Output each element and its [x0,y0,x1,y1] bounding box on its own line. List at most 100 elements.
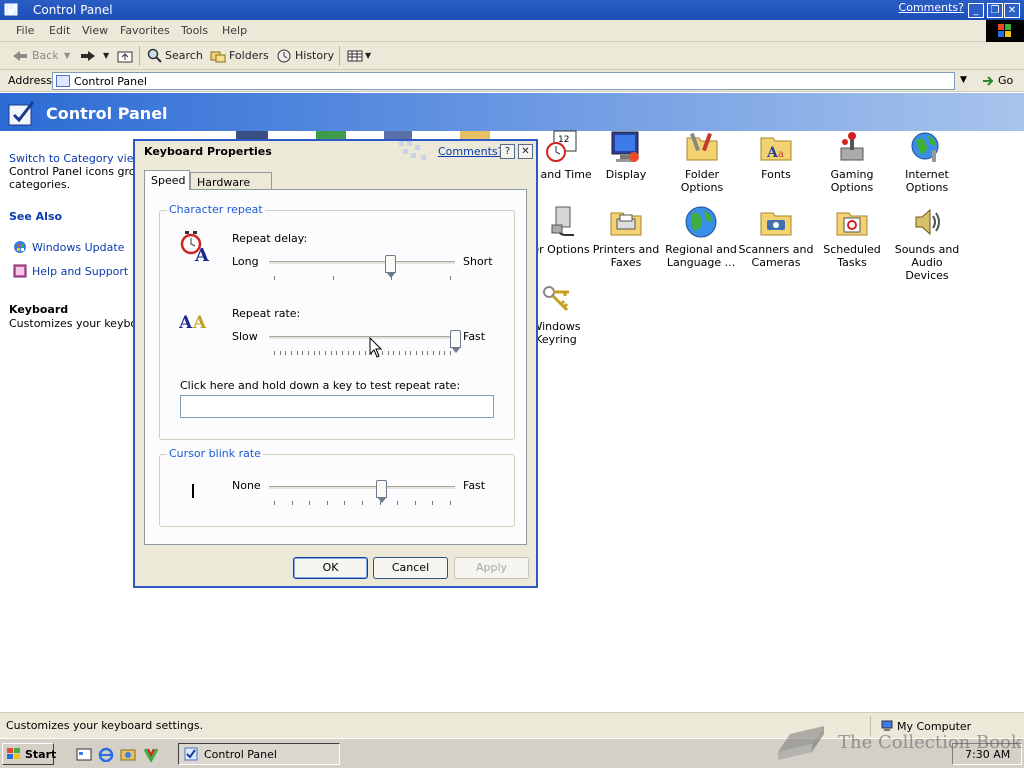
windows-logo-icon [7,748,20,759]
slider-tick [359,351,361,355]
dialog-comments-link[interactable]: Comments? [438,145,503,158]
item-gaming-options[interactable]: Gaming Options [814,130,890,194]
repeat-delay-max-label: Short [463,255,493,268]
address-value: Control Panel [74,75,147,88]
close-button[interactable]: ✕ [1004,3,1020,18]
address-dropdown-icon[interactable]: ▼ [954,72,972,90]
item-label: Scanners and Cameras [738,243,814,269]
hidden-item-icon [236,131,268,139]
slider-tick [344,501,346,505]
slider-tick [391,276,393,280]
toolbar-separator [339,46,340,66]
repeat-delay-icon: A [180,231,210,262]
slider-tick [421,351,423,355]
control-panel-icon [4,3,18,16]
go-arrow-icon [983,76,994,86]
slider-tick [274,501,275,505]
scanner-icon [760,212,792,236]
item-regional-and-language[interactable]: Regional and Language ... [663,205,739,269]
menu-file[interactable]: File [16,24,34,37]
slider-tick [319,351,321,355]
item-label: er Options [532,243,590,256]
tab-hardware[interactable]: Hardware [190,172,272,190]
internet-explorer-icon[interactable] [98,747,114,762]
repeat-rate-icon: A A [179,313,207,332]
taskbar-button-control-panel[interactable]: Control Panel [178,743,340,765]
menu-bar: File Edit View Favorites Tools Help [0,20,1024,42]
cursor-blink-max-label: Fast [463,479,486,492]
views-dropdown-icon[interactable]: ▼ [365,51,371,60]
menu-tools[interactable]: Tools [181,24,208,37]
slider-tick [279,351,281,355]
slider-tick [379,501,381,505]
slider-tick [397,501,399,505]
slider-tick [450,351,451,355]
slider-tick [404,351,406,355]
repeat-rate-slider[interactable] [450,330,461,353]
menu-edit[interactable]: Edit [49,24,70,37]
back-button[interactable]: Back [32,49,59,62]
item-internet-options[interactable]: Internet Options [889,130,965,194]
hidden-item-icon [316,131,346,139]
test-repeat-rate-input[interactable] [180,395,494,418]
item-scanners-and-cameras[interactable]: Scanners and Cameras [738,205,814,269]
repeat-delay-slider[interactable] [384,255,396,278]
back-dropdown-icon[interactable]: ▼ [64,51,70,60]
slider-tick [296,351,298,355]
slider-tick [347,351,349,355]
switch-view-description: Control Panel icons group [9,165,150,178]
comments-link[interactable]: Comments? [899,1,964,14]
explorer-icon[interactable] [120,747,136,762]
item-label: Gaming Options [830,168,874,194]
slider-tick [342,351,344,355]
ok-button[interactable]: OK [293,557,368,579]
menu-help[interactable]: Help [222,24,247,37]
item-label: Printers and Faxes [592,243,660,269]
start-button[interactable]: Start [2,743,56,765]
slider-tick [432,351,434,355]
up-folder-icon[interactable] [117,49,133,63]
item-folder-options[interactable]: Folder Options [663,130,741,194]
show-desktop-icon[interactable] [76,747,92,762]
windows-update-link[interactable]: Windows Update [32,241,124,254]
switch-category-view-link[interactable]: Switch to Category view [9,152,142,165]
help-and-support-link[interactable]: Help and Support [32,265,128,278]
item-sounds-and-audio-devices[interactable]: Sounds and Audio Devices [889,205,965,282]
go-button[interactable]: Go [998,74,1013,87]
slider-tick [308,351,310,355]
menu-favorites[interactable]: Favorites [120,24,170,37]
forward-arrow-icon[interactable] [80,50,96,62]
forward-dropdown-icon[interactable]: ▼ [103,51,109,60]
address-field[interactable]: Control Panel [52,72,972,90]
dialog-close-button[interactable]: ✕ [518,144,533,159]
media-player-icon[interactable] [143,747,159,762]
internet-options-icon [911,132,939,162]
cancel-button[interactable]: Cancel [373,557,448,579]
item-label: Regional and Language ... [665,243,737,269]
taskbar-button-label: Control Panel [204,748,277,761]
search-button[interactable]: Search [165,49,203,62]
item-display[interactable]: Display [588,130,664,181]
cursor-blink-ticks [274,501,451,506]
folders-button[interactable]: Folders [229,49,269,62]
repeat-delay-min-label: Long [232,255,259,268]
item-scheduled-tasks[interactable]: Scheduled Tasks [814,205,890,269]
menu-view[interactable]: View [82,24,108,37]
help-button[interactable]: ? [500,144,515,159]
slider-tick [438,351,440,355]
cursor-blink-slider[interactable] [375,480,387,503]
slider-tick [274,351,275,355]
item-label: e and Time [530,168,592,181]
slider-tick [309,501,311,505]
apply-button[interactable]: Apply [454,557,529,579]
fonts-folder-icon: Aa [760,137,792,161]
item-fonts[interactable]: Aa Fonts [738,130,814,181]
slider-tick [362,501,363,505]
tab-speed[interactable]: Speed [144,170,190,190]
views-icon[interactable] [347,50,363,62]
item-printers-and-faxes[interactable]: Printers and Faxes [588,205,664,269]
history-button[interactable]: History [295,49,334,62]
restore-button[interactable]: ❐ [987,3,1003,18]
minimize-button[interactable]: _ [968,3,984,18]
see-also-heading: See Also [9,210,63,223]
